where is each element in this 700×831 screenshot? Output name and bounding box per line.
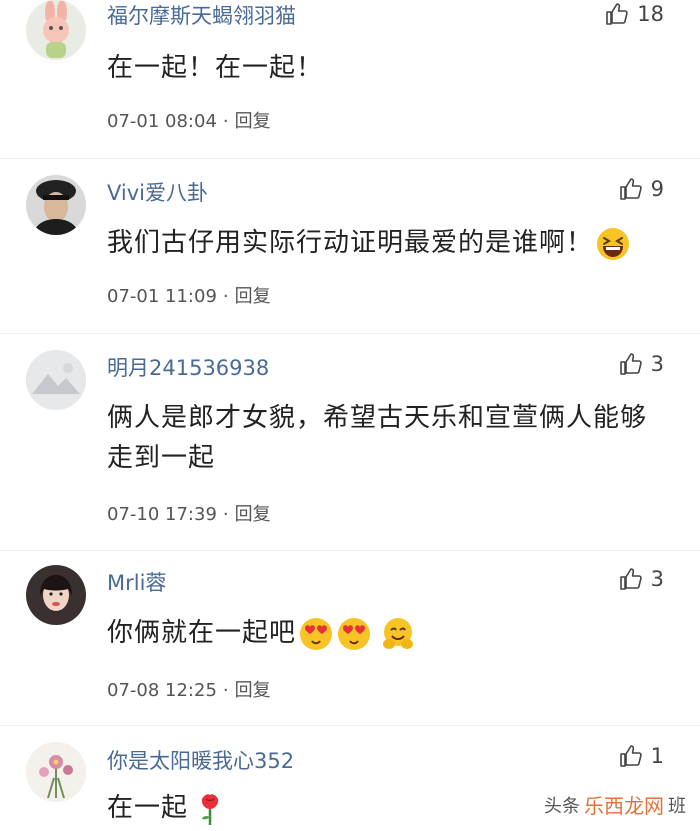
thumbs-up-icon: [619, 745, 642, 767]
reply-button[interactable]: 回复: [235, 680, 271, 701]
like-button[interactable]: 3: [619, 350, 664, 378]
comment-item: Vivi爱八卦 9 我们古仔用实际行动证明最爱的是谁啊！ 07-01 11:09…: [0, 175, 700, 335]
username[interactable]: 你是太阳暖我心352: [107, 745, 294, 775]
comment-text-body: 在一起: [107, 793, 189, 823]
timestamp: 07-01 08:04: [107, 111, 217, 132]
divider: [0, 550, 700, 551]
comment-text: 在一起！在一起！: [107, 53, 324, 83]
comment-meta: 07-10 17:39 · 回复: [107, 500, 271, 526]
rose-icon: [192, 791, 228, 827]
comment-text-body: 我们古仔用实际行动证明最爱的是谁啊！: [107, 228, 594, 258]
woman-portrait-avatar-icon: [26, 565, 86, 625]
comment-meta: 07-01 11:09 · 回复: [107, 282, 271, 308]
comment-item: 福尔摩斯天蝎翎羽猫 18 在一起！在一起！ 07-01 08:04 · 回复: [0, 0, 700, 160]
timestamp: 07-08 12:25: [107, 680, 217, 701]
reply-button[interactable]: 回复: [235, 504, 271, 525]
like-count: 3: [650, 567, 664, 591]
man-in-cap-avatar-icon: [26, 175, 86, 235]
like-button[interactable]: 9: [619, 175, 664, 203]
watermark-middle: 乐西龙网: [584, 794, 664, 818]
watermark-right: 班: [668, 795, 686, 817]
comment-text: 俩人是郎才女貌，希望古天乐和宣萱俩人能够走到一起: [107, 403, 648, 473]
separator: ·: [222, 111, 229, 132]
like-button[interactable]: 18: [605, 0, 664, 28]
divider: [0, 725, 700, 726]
avatar[interactable]: [26, 565, 86, 625]
comment-text: 你俩就在一起吧: [107, 613, 667, 653]
comment-item: Mrli蓉 3 你俩就在一起吧 07-08 12:25 · 回复: [0, 565, 700, 725]
thumbs-up-icon: [619, 178, 642, 200]
like-button[interactable]: 3: [619, 565, 664, 593]
timestamp: 07-01 11:09: [107, 286, 217, 307]
like-count: 9: [650, 177, 664, 201]
thumbs-up-icon: [619, 568, 642, 590]
avatar[interactable]: [26, 175, 86, 235]
like-count: 3: [650, 352, 664, 376]
username[interactable]: Vivi爱八卦: [107, 177, 208, 207]
watermark-left: 头条: [544, 795, 580, 817]
heart-eyes-face-icon: [336, 616, 372, 652]
comment-text-body: 你俩就在一起吧: [107, 618, 297, 648]
heart-eyes-face-icon: [298, 616, 334, 652]
divider: [0, 333, 700, 334]
separator: ·: [222, 286, 229, 307]
grinning-squint-face-icon: [595, 226, 631, 262]
hugging-face-icon: [380, 616, 416, 652]
cartoon-rabbit-avatar-icon: [26, 0, 86, 60]
separator: ·: [222, 680, 229, 701]
username[interactable]: 福尔摩斯天蝎翎羽猫: [107, 0, 296, 30]
thumbs-up-icon: [619, 353, 642, 375]
username[interactable]: Mrli蓉: [107, 567, 166, 597]
comment-meta: 07-08 12:25 · 回复: [107, 676, 271, 702]
reply-button[interactable]: 回复: [235, 111, 271, 132]
watermark: 头条 乐西龙网 班: [544, 790, 686, 819]
like-count: 18: [637, 2, 664, 26]
avatar[interactable]: [26, 742, 86, 802]
like-button[interactable]: 1: [619, 742, 664, 770]
divider: [0, 158, 700, 159]
avatar[interactable]: [26, 0, 86, 60]
comment-text: 我们古仔用实际行动证明最爱的是谁啊！: [107, 223, 687, 263]
comment-item: 明月241536938 3 俩人是郎才女貌，希望古天乐和宣萱俩人能够走到一起 0…: [0, 350, 700, 530]
mountain-landscape-avatar-icon: [26, 350, 86, 410]
separator: ·: [222, 504, 229, 525]
flower-avatar-icon: [26, 742, 86, 802]
username[interactable]: 明月241536938: [107, 352, 269, 382]
avatar[interactable]: [26, 350, 86, 410]
comment-meta: 07-01 08:04 · 回复: [107, 107, 271, 133]
thumbs-up-icon: [606, 3, 629, 25]
reply-button[interactable]: 回复: [235, 286, 271, 307]
timestamp: 07-10 17:39: [107, 504, 217, 525]
like-count: 1: [650, 744, 664, 768]
